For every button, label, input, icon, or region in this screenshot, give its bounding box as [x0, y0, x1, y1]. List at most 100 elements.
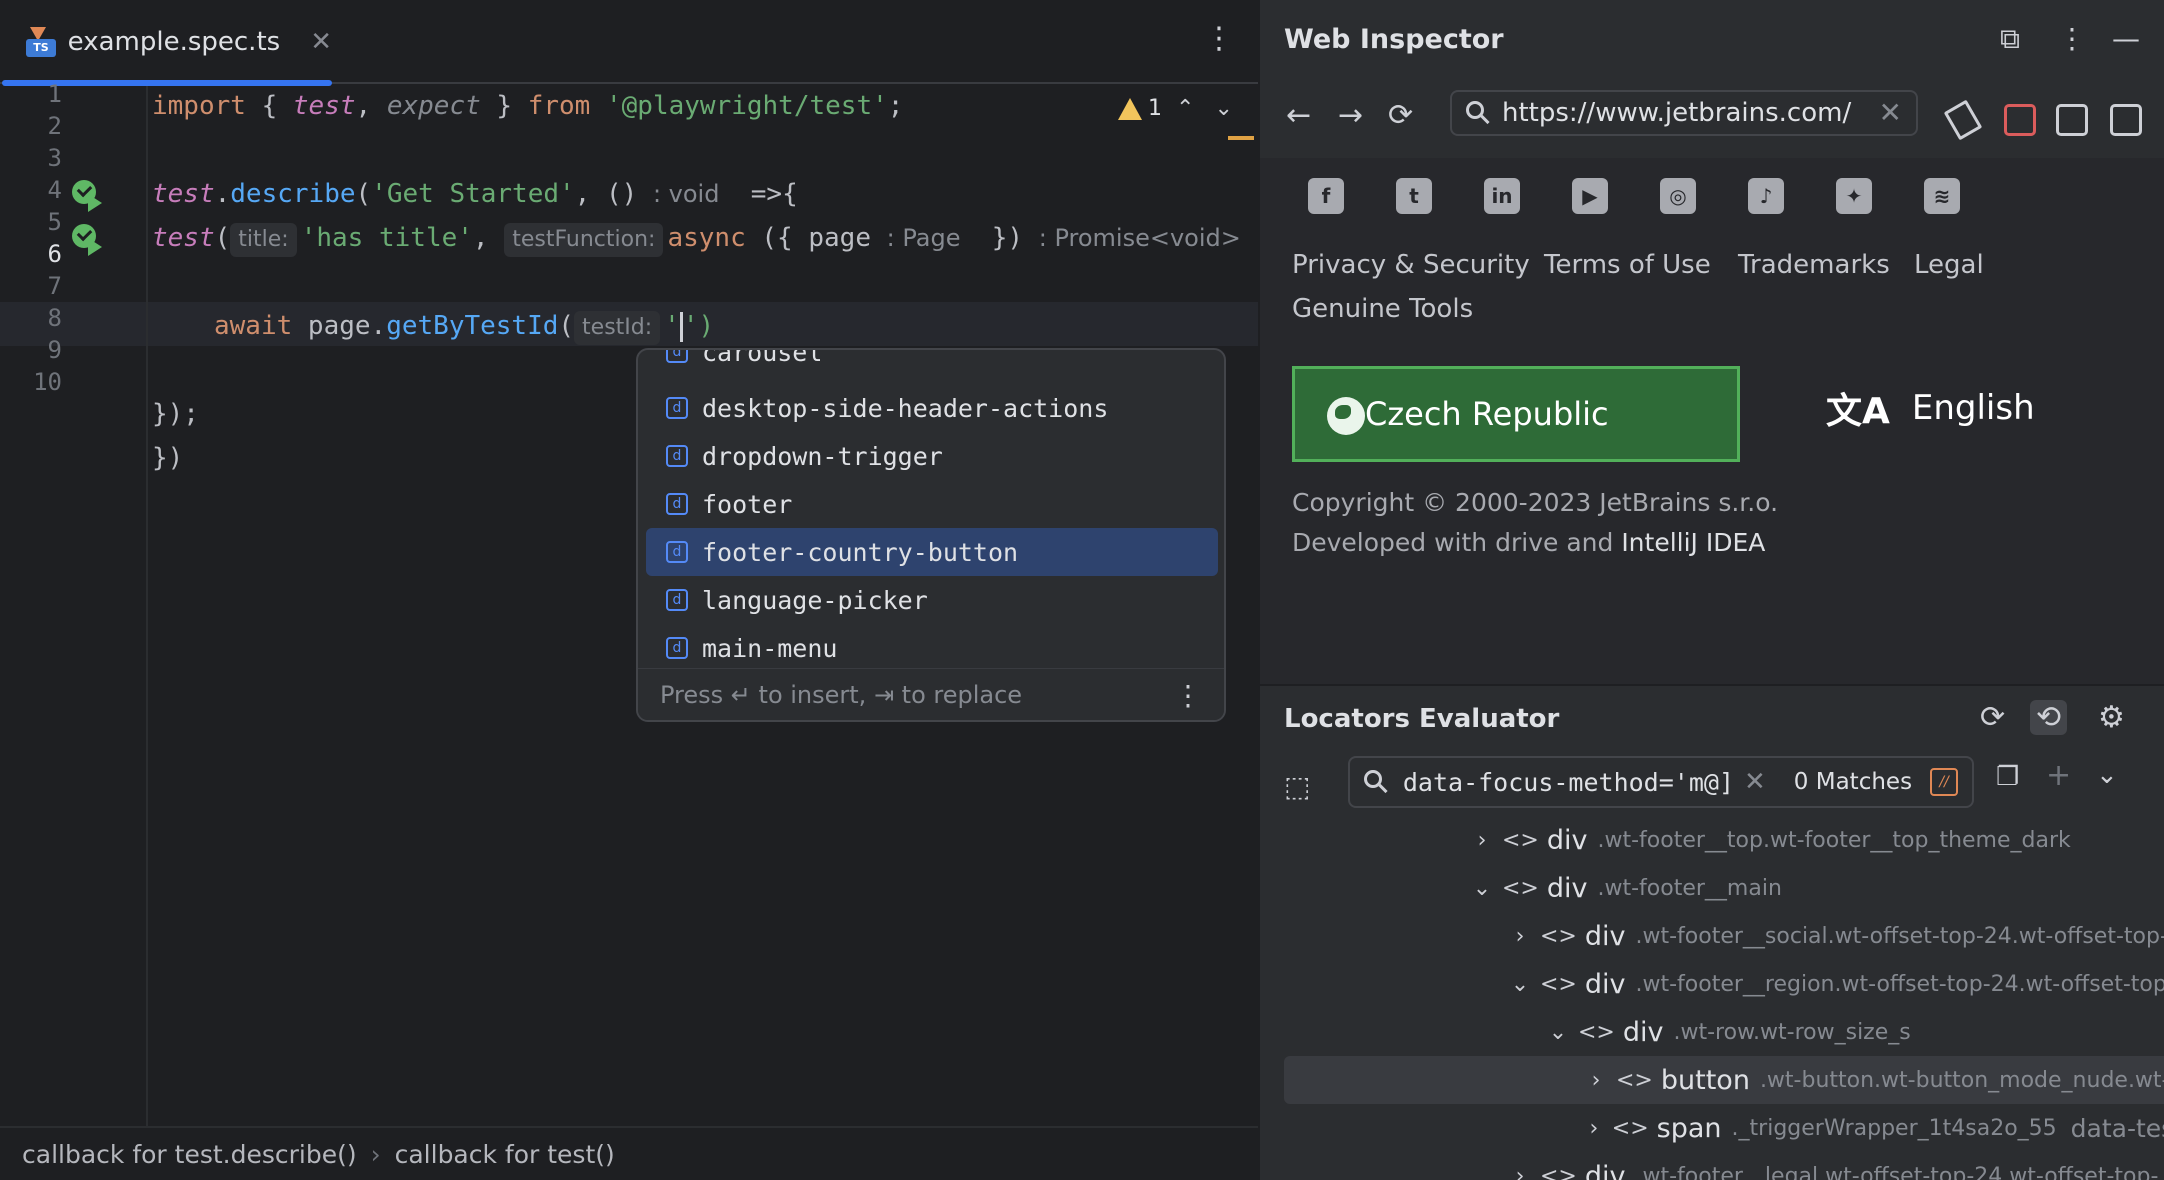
- breadcrumb-item[interactable]: callback for test.describe(): [22, 1140, 357, 1169]
- completion-item-selected[interactable]: d footer-country-button: [646, 528, 1218, 576]
- translate-icon: 文A: [1826, 391, 1890, 432]
- footer-link-genuine-tools[interactable]: Genuine Tools: [1292, 294, 1473, 324]
- chevron-down-icon[interactable]: ⌄: [1470, 876, 1494, 901]
- more-options-icon[interactable]: ⋮: [1204, 24, 1234, 54]
- code-line-3[interactable]: test.describe('Get Started', () : void =…: [152, 172, 798, 216]
- browser-settings-icon[interactable]: [2110, 104, 2142, 136]
- forward-icon[interactable]: →: [1338, 98, 1363, 133]
- code-line-9[interactable]: }): [152, 436, 183, 480]
- footer-country-button[interactable]: Czech Republic: [1292, 366, 1740, 462]
- warning-indicator[interactable]: 1: [1118, 96, 1162, 121]
- rss-icon[interactable]: ≋: [1924, 178, 1960, 214]
- code-completion-popup[interactable]: d carousel d desktop-side-header-actions d…: [636, 348, 1226, 722]
- editor-tab-bar: TS example.spec.ts ✕ ⋮: [0, 0, 1258, 86]
- line-number: 6: [47, 240, 62, 268]
- back-icon[interactable]: ←: [1286, 98, 1311, 133]
- chevron-right-icon[interactable]: ›: [1508, 1164, 1532, 1180]
- reload-icon[interactable]: ⟳: [1388, 98, 1413, 133]
- clear-cookies-icon[interactable]: [2004, 104, 2036, 136]
- locator-search-input[interactable]: [@data-focus-method='m ✕ 0 Matches //: [1348, 756, 1974, 808]
- instagram-icon[interactable]: ◎: [1660, 178, 1696, 214]
- completion-item[interactable]: d desktop-side-header-actions: [646, 384, 1218, 432]
- tag-icon: <>: [1540, 971, 1577, 997]
- chevron-right-icon[interactable]: ›: [1584, 1068, 1608, 1093]
- tree-node[interactable]: › <> div .wt-footer__top.wt-footer__top_the…: [1284, 816, 2164, 864]
- chevron-down-icon[interactable]: ⌄: [1214, 96, 1232, 121]
- intellij-link[interactable]: IntelliJ IDEA: [1621, 528, 1765, 557]
- code-line-6[interactable]: await page.getByTestId(testId: ' '): [214, 304, 714, 348]
- tree-node[interactable]: ⌄ <> div .wt-footer__main: [1284, 864, 2164, 912]
- device-mode-icon[interactable]: [2056, 104, 2088, 136]
- web-inspector-panel: Web Inspector ⧉ ⋮ — ← → ⟳ https://www.je…: [1258, 0, 2164, 1180]
- language-picker[interactable]: 文A English: [1826, 382, 2035, 434]
- code-line-1[interactable]: import { test, expect } from '@playwrigh…: [152, 84, 903, 128]
- line-number: 10: [33, 368, 62, 396]
- clear-icon[interactable]: ✕: [1744, 767, 1766, 797]
- chevron-right-icon[interactable]: ›: [1584, 1116, 1604, 1141]
- tree-node[interactable]: ⌄ <> div .wt-footer__region.wt-offset-top-2…: [1284, 960, 2164, 1008]
- gear-icon[interactable]: ⚙: [2098, 700, 2125, 735]
- line-number: 9: [47, 336, 62, 364]
- tree-node[interactable]: › <> span ._triggerWrapper_1t4sa2o_55 data-t…: [1284, 1104, 2164, 1152]
- more-options-icon[interactable]: ⋮: [2058, 22, 2086, 55]
- facebook-icon[interactable]: f: [1308, 178, 1344, 214]
- youtube-icon[interactable]: ▶: [1572, 178, 1608, 214]
- tree-node[interactable]: › <> div .wt-footer__social.wt-offset-top-2…: [1284, 912, 2164, 960]
- completion-item[interactable]: d carousel: [646, 350, 1218, 376]
- breadcrumb: callback for test.describe() › callback …: [0, 1126, 1258, 1180]
- match-count: 0 Matches: [1793, 769, 1913, 795]
- tree-node[interactable]: › <> div .wt-footer__legal.wt-offset-top-24…: [1284, 1152, 2164, 1180]
- element-picker-icon[interactable]: ⬚: [1284, 770, 1310, 803]
- refresh-icon[interactable]: ⟳: [1980, 700, 2005, 735]
- footer-link-privacy[interactable]: Privacy & Security: [1292, 250, 1530, 280]
- dom-tree[interactable]: › <> div .wt-footer__top.wt-footer__top_the…: [1284, 816, 2164, 1180]
- code-editor[interactable]: TS example.spec.ts ✕ ⋮ 1 2 3 4 5 6 7 8 9…: [0, 0, 1258, 1180]
- scrollbar-warning-marker[interactable]: [1228, 136, 1254, 140]
- open-external-icon[interactable]: ⧉: [2000, 22, 2020, 56]
- brush-icon[interactable]: [1943, 99, 1983, 141]
- tag-icon: <>: [1502, 827, 1539, 853]
- line-gutter: 1 2 3 4 5 6 7 8 9 10: [0, 80, 148, 1126]
- code-line-8[interactable]: });: [152, 392, 199, 436]
- footer-link-trademarks[interactable]: Trademarks: [1738, 250, 1890, 280]
- run-test-icon[interactable]: [72, 224, 104, 256]
- regex-toggle-icon[interactable]: //: [1930, 768, 1959, 796]
- tab-example-spec[interactable]: TS example.spec.ts ✕: [0, 0, 332, 86]
- line-number: 5: [47, 208, 62, 236]
- code-line-4[interactable]: test(title:'has title', testFunction: asy…: [152, 216, 1241, 260]
- chevron-right-icon[interactable]: ›: [1470, 828, 1494, 853]
- expand-icon[interactable]: ⌄: [2096, 760, 2118, 790]
- copy-icon[interactable]: ❐: [1996, 762, 2019, 792]
- tree-node-selected[interactable]: › <> button .wt-button.wt-button_mode_nude.…: [1284, 1056, 2164, 1104]
- completion-item[interactable]: d main-menu: [646, 624, 1218, 672]
- breadcrumb-item[interactable]: callback for test(): [395, 1140, 615, 1169]
- history-icon[interactable]: ⟲: [2030, 700, 2068, 735]
- minimize-icon[interactable]: —: [2112, 22, 2140, 55]
- linkedin-icon[interactable]: in: [1484, 178, 1520, 214]
- footer-link-legal[interactable]: Legal: [1914, 250, 1984, 280]
- clear-icon[interactable]: ✕: [1879, 96, 1902, 129]
- tiktok-icon[interactable]: ♪: [1748, 178, 1784, 214]
- more-options-icon[interactable]: ⋮: [1174, 679, 1202, 712]
- chevron-up-icon[interactable]: ⌃: [1176, 96, 1194, 121]
- warning-count: 1: [1148, 96, 1162, 121]
- completion-item[interactable]: d dropdown-trigger: [646, 432, 1218, 480]
- chevron-down-icon[interactable]: ⌄: [1508, 972, 1532, 997]
- close-icon[interactable]: ✕: [310, 27, 332, 57]
- url-input[interactable]: https://www.jetbrains.com/ ✕: [1450, 90, 1918, 136]
- chevron-right-icon[interactable]: ›: [1508, 924, 1532, 949]
- completion-item[interactable]: d footer: [646, 480, 1218, 528]
- chevron-down-icon[interactable]: ⌄: [1546, 1020, 1570, 1045]
- completion-footer: Press ↵ to insert, ⇥ to replace ⋮: [638, 668, 1224, 720]
- run-test-icon[interactable]: [72, 180, 104, 212]
- tree-node[interactable]: ⌄ <> div .wt-row.wt-row_size_s: [1284, 1008, 2164, 1056]
- line-number: 2: [47, 112, 62, 140]
- add-icon[interactable]: +: [2046, 758, 2071, 793]
- twitter-icon[interactable]: t: [1396, 178, 1432, 214]
- footer-link-terms[interactable]: Terms of Use: [1544, 250, 1711, 280]
- page-preview[interactable]: f t in ▶ ◎ ♪ ✦ ≋ Privacy & Security Term…: [1260, 158, 2164, 684]
- blog-icon[interactable]: ✦: [1836, 178, 1872, 214]
- completion-item[interactable]: d language-picker: [646, 576, 1218, 624]
- panel-divider[interactable]: [1260, 684, 2164, 686]
- tag-icon: <>: [1578, 1019, 1615, 1045]
